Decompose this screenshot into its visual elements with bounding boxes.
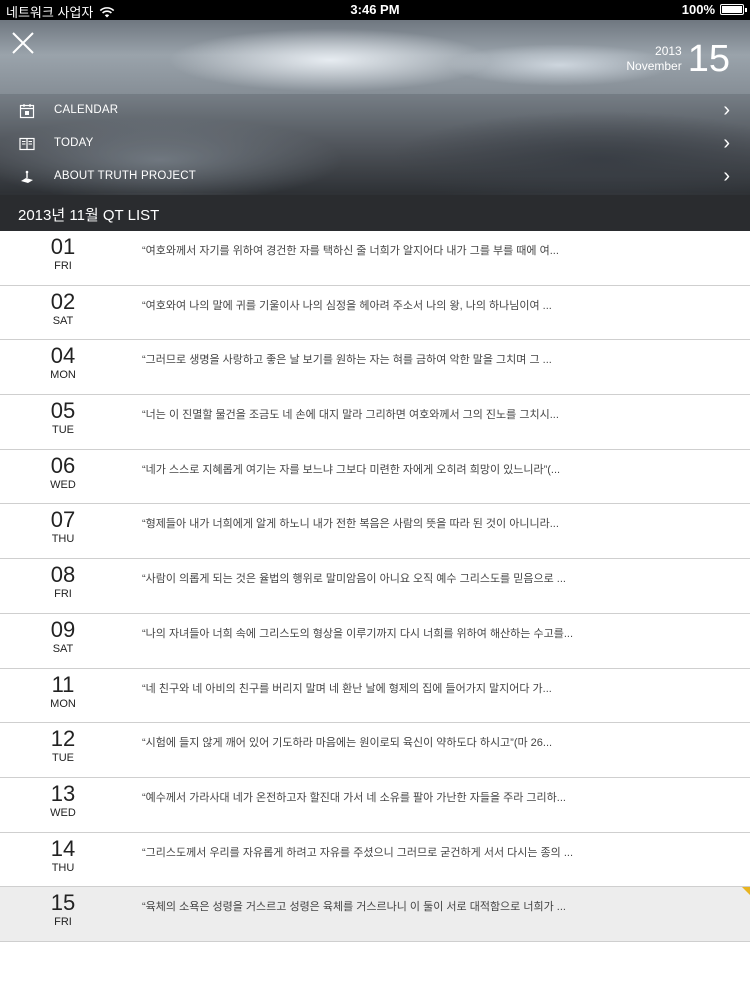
battery-group: 100% — [681, 2, 747, 17]
item-weekday: THU — [51, 533, 75, 546]
qt-list-item[interactable]: 05 TUE “너는 이 진멸할 물건을 조금도 네 손에 대지 말라 그리하면 여… — [0, 395, 750, 450]
item-day-number: 14 — [50, 835, 76, 861]
qt-list-item[interactable]: 12 TUE “시험에 들지 않게 깨어 있어 기도하라 마음에는 원이로되 육신이… — [0, 723, 750, 778]
item-weekday: WED — [50, 478, 76, 491]
battery-icon — [720, 4, 747, 15]
calendar-icon — [19, 104, 35, 119]
qt-list-item[interactable]: 07 THU “형제들아 내가 너희에게 알게 하노니 내가 전한 복음은 사람의 … — [0, 504, 750, 560]
item-day-number: 15 — [50, 890, 76, 916]
item-weekday: TUE — [52, 424, 74, 437]
qt-list-item[interactable]: 09 SAT “나의 자녀들아 너희 속에 그리스도의 형상을 이루기까지 다시 너… — [0, 613, 750, 669]
battery-percent: 100% — [681, 2, 715, 17]
date-day: 15 — [687, 38, 730, 80]
book-icon — [19, 137, 35, 151]
item-day-number: 12 — [50, 726, 76, 752]
date-year-month: 2013 November — [626, 44, 681, 74]
current-date: 2013 November 15 — [626, 40, 730, 78]
qt-list-item[interactable]: 04 MON “그러므로 생명을 사랑하고 좋은 날 보기를 원하는 자는 혀를 금… — [0, 340, 750, 396]
item-verse-preview: “네가 스스로 지혜롭게 여기는 자를 보느냐 그보다 미련한 자에게 오히려 … — [142, 463, 561, 476]
selected-corner-marker — [742, 887, 750, 896]
qt-list-item[interactable]: 14 THU “그리스도께서 우리를 자유롭게 하려고 자유를 주셨으니 그러므로 … — [0, 832, 750, 888]
qt-list-title: 2013년 11월 QT LIST — [18, 207, 160, 224]
menu-label-calendar: CALENDAR — [54, 104, 119, 116]
qt-list-item[interactable]: 15 FRI “육체의 소욕은 성령을 거스르고 성령은 육체를 거스르나니 이 둘… — [0, 887, 750, 942]
item-verse-preview: “여호와께서 자기를 위하여 경건한 자를 택하신 줄 너희가 알지어다 내가 … — [142, 245, 559, 257]
item-day-number: 11 — [51, 671, 75, 697]
item-weekday: THU — [51, 861, 75, 874]
item-weekday: TUE — [52, 752, 74, 765]
chevron-right-icon: › — [723, 132, 730, 154]
item-day-number: 05 — [50, 398, 76, 424]
item-day-number: 13 — [50, 780, 76, 806]
item-verse-preview: “사람이 의롭게 되는 것은 율법의 행위로 말미암음이 아니요 오직 예수 그… — [142, 573, 566, 586]
qt-list-item[interactable]: 02 SAT “여호와여 나의 말에 귀를 기울이사 나의 심정을 헤아려 주소서 … — [0, 285, 750, 341]
item-weekday: WED — [50, 806, 76, 819]
qt-list-item[interactable]: 06 WED “네가 스스로 지혜롭게 여기는 자를 보느냐 그보다 미련한 자에게… — [0, 449, 750, 505]
item-verse-preview: “나의 자녀들아 너희 속에 그리스도의 형상을 이루기까지 다시 너희를 위하… — [142, 627, 574, 640]
item-day-number: 02 — [50, 288, 76, 314]
item-day-number: 09 — [50, 616, 76, 642]
date-month: November — [626, 59, 682, 73]
item-weekday: FRI — [54, 260, 72, 272]
item-verse-preview: “여호와여 나의 말에 귀를 기울이사 나의 심정을 헤아려 주소서 나의 왕,… — [142, 299, 552, 312]
menu-item-calendar[interactable]: CALENDAR › — [0, 94, 750, 127]
qt-list: 01 FRI “여호와께서 자기를 위하여 경건한 자를 택하신 줄 너희가 알지어… — [0, 231, 750, 942]
item-verse-preview: “시험에 들지 않게 깨어 있어 기도하라 마음에는 원이로되 육신이 약하도다… — [142, 737, 553, 750]
menu-label-about: ABOUT TRUTH PROJECT — [54, 170, 197, 182]
qt-list-item[interactable]: 08 FRI “사람이 의롭게 되는 것은 율법의 행위로 말미암음이 아니요 오직… — [0, 559, 750, 614]
item-verse-preview: “너는 이 진멸할 물건을 조금도 네 손에 대지 말라 그리하면 여호와께서 … — [142, 409, 559, 422]
menu-item-today[interactable]: TODAY › — [0, 127, 750, 160]
item-verse-preview: “그러므로 생명을 사랑하고 좋은 날 보기를 원하는 자는 혀를 금하여 악한… — [142, 354, 552, 367]
item-weekday: SAT — [52, 314, 74, 327]
item-day-number: 06 — [50, 452, 76, 478]
item-day-number: 01 — [50, 234, 76, 259]
chevron-right-icon: › — [723, 165, 730, 187]
qt-list-item[interactable]: 13 WED “예수께서 가라사대 네가 온전하고자 할진대 가서 네 소유를 팔아… — [0, 777, 750, 833]
qt-list-item[interactable]: 11 MON “네 친구와 네 아비의 친구를 버리지 말며 네 환난 날에 형제의… — [0, 668, 750, 724]
item-verse-preview: “육체의 소욕은 성령을 거스르고 성령은 육체를 거스르나니 이 둘이 서로 … — [142, 901, 566, 914]
item-day-number: 07 — [50, 507, 76, 533]
menu-label-today: TODAY — [54, 137, 94, 149]
item-day-number: 04 — [50, 343, 76, 369]
status-bar: 네트워크 사업자 3:46 PM 100% — [0, 0, 750, 20]
close-icon[interactable] — [10, 30, 36, 56]
info-icon — [21, 170, 33, 183]
qt-list-title-bar: 2013년 11월 QT LIST — [0, 195, 750, 231]
item-verse-preview: “그리스도께서 우리를 자유롭게 하려고 자유를 주셨으니 그러므로 굳건하게 … — [142, 846, 574, 859]
item-verse-preview: “예수께서 가라사대 네가 온전하고자 할진대 가서 네 소유를 팔아 가난한 … — [142, 791, 566, 804]
item-weekday: FRI — [54, 916, 72, 929]
item-day-number: 08 — [50, 562, 76, 588]
item-verse-preview: “네 친구와 네 아비의 친구를 버리지 말며 네 환난 날에 형제의 집에 들… — [142, 682, 552, 695]
status-time: 3:46 PM — [350, 2, 400, 17]
item-weekday: MON — [50, 369, 76, 382]
menu-item-about[interactable]: ABOUT TRUTH PROJECT › — [0, 160, 750, 193]
date-year: 2013 — [655, 44, 682, 58]
item-weekday: FRI — [54, 588, 72, 601]
item-weekday: SAT — [52, 642, 74, 655]
header-banner: 2013 November 15 CALENDAR › TODAY › ABOU… — [0, 20, 750, 195]
item-weekday: MON — [50, 697, 76, 710]
chevron-right-icon: › — [723, 99, 730, 121]
qt-list-item[interactable]: 01 FRI “여호와께서 자기를 위하여 경건한 자를 택하신 줄 너희가 알지어… — [0, 231, 750, 286]
item-verse-preview: “형제들아 내가 너희에게 알게 하노니 내가 전한 복음은 사람의 뜻을 따라… — [142, 518, 559, 531]
